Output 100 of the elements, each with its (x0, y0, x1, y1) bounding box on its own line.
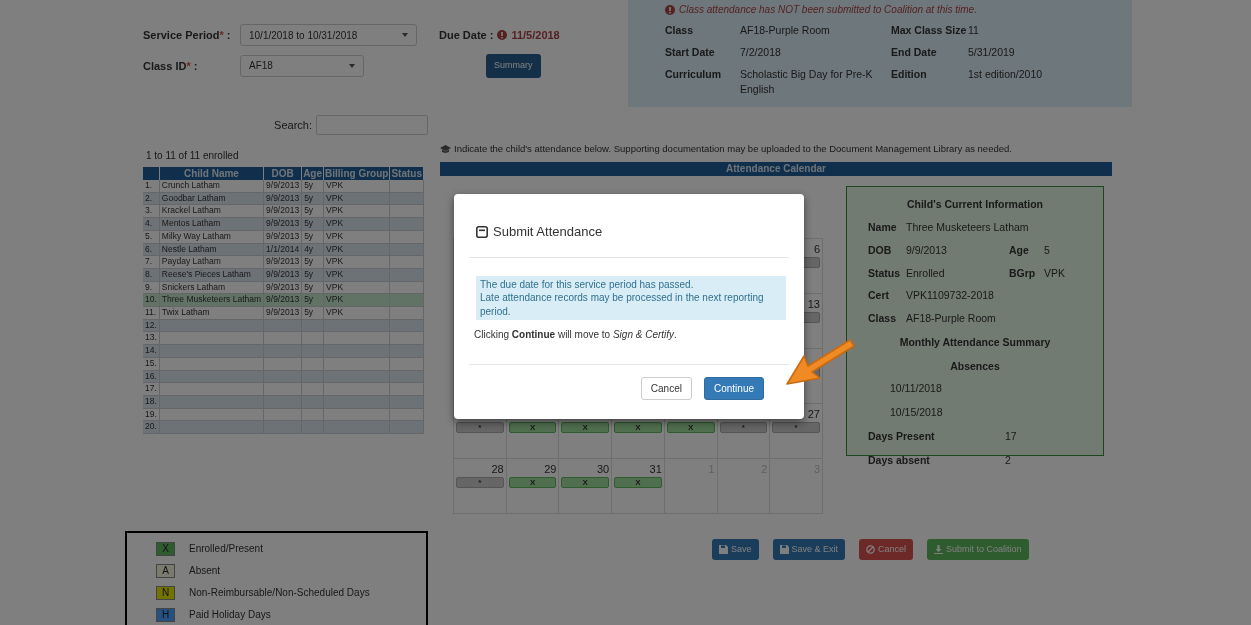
info-value: 1st edition/2010 (968, 66, 1044, 82)
info-label: Start Date (665, 44, 716, 60)
table-row[interactable]: 12. (143, 319, 424, 332)
table-row[interactable]: 8. Reese's Pieces Latham 9/9/2013 5y VPK (143, 268, 424, 282)
attendance-bar[interactable]: X (666, 422, 715, 434)
column-header: Child Name (159, 167, 264, 180)
search-label: Search: (274, 117, 312, 133)
calendar-header: Attendance Calendar (440, 162, 1112, 177)
download-icon (934, 545, 944, 555)
absence-date: 10/15/2018 (890, 405, 944, 420)
field-label: Class ID* : (143, 58, 199, 74)
continue-button[interactable]: Continue (703, 377, 764, 400)
save-exit-button[interactable]: Save & Exit (772, 539, 846, 561)
column-header: Status (389, 167, 424, 180)
attendance-bar[interactable]: * (719, 422, 768, 434)
instruction-text: Indicate the child's attendance below. Supporting documentation may be uploaded to the Document Management Library as needed. (454, 142, 1012, 156)
table-row[interactable]: 10. Three Musketeers Latham 9/9/2013 5y VPK (143, 293, 424, 307)
info-value: 9/9/2013 (906, 242, 948, 258)
select-field[interactable]: 10/1/2018 to 10/31/2018 (240, 24, 417, 46)
day-number: 31 (648, 462, 662, 478)
attendance-bar[interactable]: X (614, 477, 662, 489)
info-value: VPK (1044, 265, 1066, 281)
table-row[interactable]: 6. Nestle Latham 1/1/2014 4y VPK (143, 243, 424, 256)
table-row[interactable]: 5. Milky Way Latham 9/9/2013 5y VPK (143, 230, 424, 243)
legend-swatch: H (156, 607, 175, 622)
save-button[interactable]: Save (712, 539, 759, 561)
field-label: Service Period* : (143, 27, 232, 43)
dialog-title: Submit Attendance (493, 223, 603, 241)
legend-swatch: A (156, 563, 175, 578)
column-header (143, 167, 160, 180)
table-row[interactable]: 2. Goodbar Latham 9/9/2013 5y VPK (143, 192, 424, 205)
attendance-bar[interactable]: * (456, 477, 504, 489)
attendance-bar[interactable]: X (561, 477, 610, 489)
table-row[interactable]: 13. (143, 331, 424, 345)
submit-button[interactable]: Submit to Coalition (927, 539, 1029, 561)
table-row[interactable]: 15. (143, 357, 424, 371)
table-row[interactable]: 16. (143, 370, 424, 383)
info-label: Days Present (868, 428, 936, 444)
info-value: VPK1109732-2018 (906, 288, 995, 304)
info-value: 7/2/2018 (740, 44, 782, 60)
info-value: Scholastic Big Day for Pre-K English (740, 66, 874, 98)
dialog-message: Clicking Continue will move to Sign & Certify. (474, 328, 678, 342)
info-label: Age (1009, 242, 1030, 258)
info-label: End Date (891, 44, 938, 60)
due-date-value: 11/5/2018 (511, 27, 560, 43)
cancel-button[interactable]: Cancel (859, 539, 914, 561)
attendance-bar[interactable]: X (508, 422, 557, 434)
caret-icon (349, 63, 355, 68)
info-label: Max Class Size (891, 23, 968, 38)
day-number: 30 (595, 462, 610, 478)
info-label: BGrp (1009, 265, 1037, 281)
column-header: Age (301, 167, 324, 180)
alert-message: The due date for this service period has passed. Late attendance records may be processed in the next reporting period. (476, 275, 786, 320)
ban-icon (866, 545, 876, 555)
alert-icon (665, 4, 675, 15)
info-value: 5/31/2019 (968, 44, 1016, 60)
alert-icon (497, 30, 508, 40)
info-label: Class (665, 23, 695, 38)
select-field[interactable]: AF18 (240, 54, 364, 77)
day-number: 27 (806, 407, 820, 423)
column-header: DOB (263, 167, 302, 180)
info-value: AF18-Purple Room (906, 311, 997, 326)
table-row[interactable]: 18. (143, 395, 424, 409)
attendance-bar[interactable]: X (561, 422, 610, 434)
table-row[interactable]: 9. Snickers Latham 9/9/2013 5y VPK (143, 281, 424, 294)
enrolled-count: 1 to 11 of 11 enrolled (146, 149, 240, 163)
column-header: Billing Group (323, 167, 390, 180)
day-number: 28 (490, 462, 504, 478)
summary-button[interactable]: Summary (486, 54, 541, 78)
legend-label: Non-Reimbursable/Non-Scheduled Days (189, 586, 370, 601)
day-number: 6 (812, 242, 820, 258)
table-row[interactable]: 7. Payday Latham 9/9/2013 5y VPK (143, 255, 424, 269)
info-label: Status (868, 265, 902, 281)
table-row[interactable]: 1. Crunch Latham 9/9/2013 5y VPK (143, 180, 424, 193)
table-row[interactable]: 11. Twix Latham 9/9/2013 5y VPK (143, 306, 424, 320)
section-title: Absences (949, 358, 1001, 374)
search-field[interactable] (316, 115, 428, 135)
table-row[interactable]: 19. (143, 408, 424, 421)
day-number: 29 (543, 462, 557, 478)
table-row[interactable]: 3. Krackel Latham 9/9/2013 5y VPK (143, 204, 424, 218)
info-label: Edition (891, 66, 928, 82)
day-number: 13 (806, 297, 820, 313)
table-row[interactable]: 4. Mentos Latham 9/9/2013 5y VPK (143, 217, 424, 231)
table-row[interactable]: 14. (143, 344, 424, 358)
attendance-bar[interactable]: X (508, 477, 557, 489)
info-label: Cert (868, 288, 890, 304)
info-value: 17 (1005, 428, 1018, 444)
legend-swatch: N (156, 585, 175, 600)
window-icon (476, 225, 488, 238)
attendance-bar[interactable]: * (456, 422, 504, 434)
info-value: Enrolled (906, 265, 946, 281)
attendance-bar[interactable]: * (772, 422, 820, 434)
info-label: Name (868, 220, 898, 235)
info-label: Curriculum (665, 66, 722, 82)
caret-icon (402, 33, 408, 37)
cancel-button[interactable]: Cancel (640, 377, 692, 400)
panel-title: Child's Current Information (905, 197, 1045, 213)
attendance-bar[interactable]: X (614, 422, 662, 434)
table-row[interactable]: 20. (143, 420, 424, 434)
table-row[interactable]: 17. (143, 382, 424, 396)
